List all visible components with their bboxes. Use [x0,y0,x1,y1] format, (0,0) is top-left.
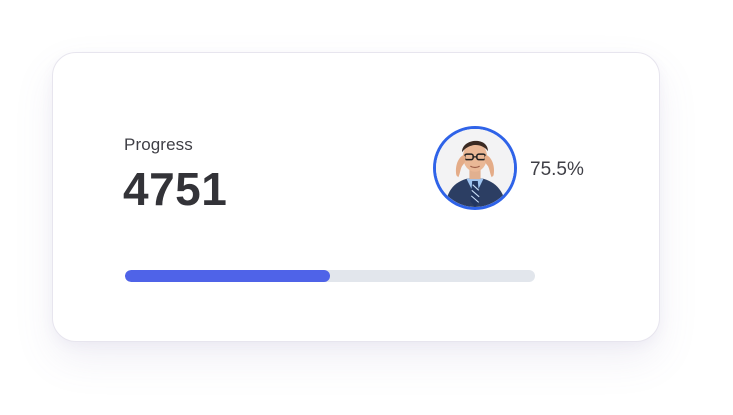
progress-percent: 75.5% [530,159,584,180]
avatar [433,126,517,210]
person-avatar-icon [436,129,514,207]
progress-track [125,270,535,282]
progress-label: Progress [124,135,193,154]
progress-value: 4751 [123,163,228,215]
progress-fill [125,270,330,282]
progress-card: Progress 4751 75.5% [52,52,660,342]
